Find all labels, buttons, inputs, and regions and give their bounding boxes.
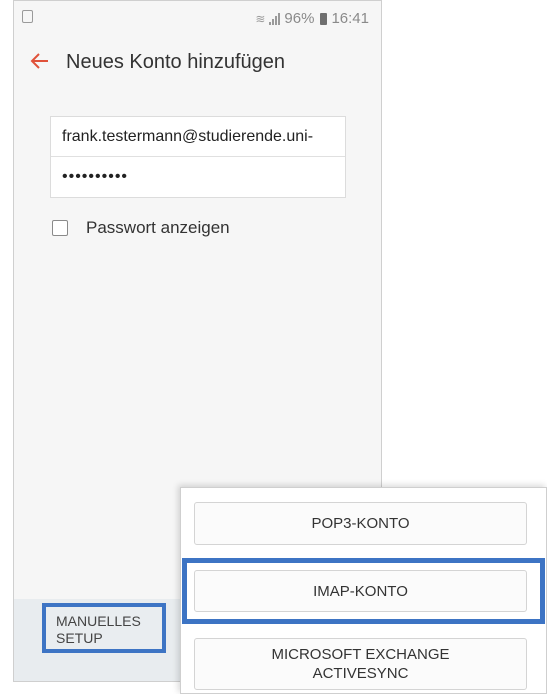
imap-label: IMAP-KONTO [313, 582, 408, 600]
show-password-row[interactable]: Passwort anzeigen [52, 216, 230, 240]
exchange-activesync-button[interactable]: MICROSOFT EXCHANGE ACTIVESYNC [194, 638, 527, 690]
back-arrow-icon[interactable] [28, 49, 52, 73]
status-bar: ≋ 96% 16:41 [14, 1, 381, 37]
email-field[interactable]: frank.testermann@studierende.uni- [51, 117, 345, 157]
page-title: Neues Konto hinzufügen [66, 51, 286, 73]
status-indicators: ≋ 96% 16:41 [255, 10, 369, 27]
clock: 16:41 [331, 10, 369, 27]
manual-setup-label: MANUELLES SETUP [56, 613, 141, 646]
app-bar: Neues Konto hinzufügen [14, 45, 381, 85]
battery-percent: 96% [284, 10, 315, 27]
wifi-icon: ≋ [255, 11, 266, 26]
notification-icon [22, 10, 33, 23]
imap-account-button[interactable]: IMAP-KONTO [194, 570, 527, 612]
pop3-account-button[interactable]: POP3-KONTO [194, 502, 527, 545]
pop3-label: POP3-KONTO [311, 515, 410, 532]
battery-icon [320, 12, 328, 25]
exchange-label: MICROSOFT EXCHANGE ACTIVESYNC [271, 646, 450, 682]
show-password-checkbox[interactable] [52, 220, 68, 236]
manual-setup-button[interactable]: MANUELLES SETUP [42, 603, 166, 653]
login-form: frank.testermann@studierende.uni- ••••••… [50, 116, 346, 198]
password-field[interactable]: •••••••••• [51, 157, 345, 199]
account-type-popup: POP3-KONTO IMAP-KONTO MICROSOFT EXCHANGE… [180, 487, 547, 694]
signal-icon [269, 12, 281, 25]
show-password-label: Passwort anzeigen [86, 218, 230, 237]
